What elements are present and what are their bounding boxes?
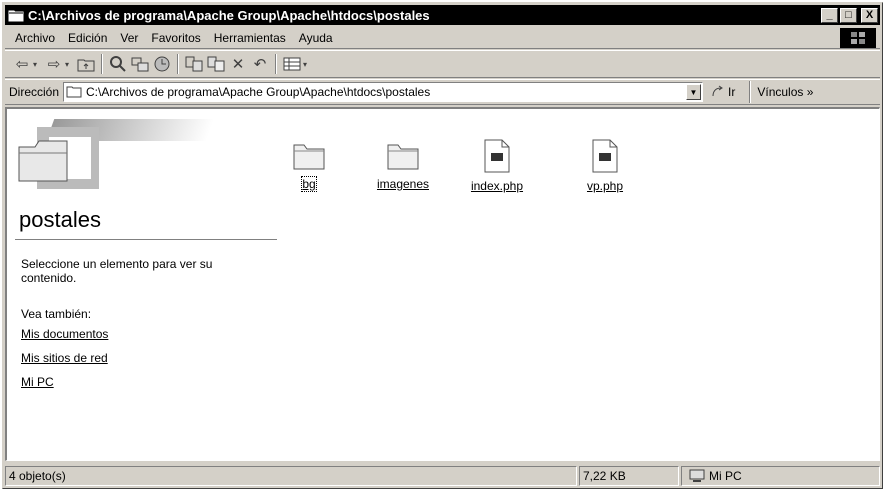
menu-edicion[interactable]: Edición xyxy=(62,31,114,45)
title-divider xyxy=(15,239,277,240)
computer-icon xyxy=(689,469,705,483)
move-to-icon[interactable] xyxy=(183,53,205,75)
links-button[interactable]: Vínculos » xyxy=(757,85,813,99)
folders-icon[interactable] xyxy=(129,53,151,75)
file-item-vp-php[interactable]: vp.php xyxy=(565,139,645,193)
maximize-button[interactable]: □ xyxy=(840,7,857,23)
address-value: C:\Archivos de programa\Apache Group\Apa… xyxy=(86,85,431,99)
folder-icon xyxy=(8,8,24,22)
address-label: Dirección xyxy=(9,85,60,99)
status-zone-label: Mi PC xyxy=(709,469,742,483)
status-object-count: 4 objeto(s) xyxy=(5,466,577,486)
folder-icon xyxy=(292,139,326,171)
forward-dropdown-icon[interactable]: ▾ xyxy=(65,60,75,69)
selection-hint: Seleccione un elemento para ver su conte… xyxy=(21,257,213,285)
history-icon[interactable] xyxy=(151,53,173,75)
document-icon xyxy=(484,139,510,173)
menu-favoritos[interactable]: Favoritos xyxy=(145,31,207,45)
copy-to-icon[interactable] xyxy=(205,53,227,75)
minimize-button[interactable]: _ xyxy=(821,7,838,23)
delete-icon[interactable]: ✕ xyxy=(227,53,249,75)
menu-ayuda[interactable]: Ayuda xyxy=(293,31,340,45)
close-button[interactable]: X xyxy=(861,7,878,23)
back-arrow-icon[interactable]: ⇦ xyxy=(11,53,33,75)
link-mis-sitios-de-red[interactable]: Mis sitios de red xyxy=(21,351,108,365)
menu-herramientas[interactable]: Herramientas xyxy=(208,31,293,45)
link-mis-documentos[interactable]: Mis documentos xyxy=(21,327,108,341)
file-label: index.php xyxy=(470,179,524,193)
standard-toolbar: ⇦ ▾ ⇨ ▾ ✕ ↶ ▾ xyxy=(5,50,880,78)
menu-bar: Archivo Edición Ver Favoritos Herramient… xyxy=(5,27,880,49)
links-separator xyxy=(749,81,752,103)
see-also-label: Vea también: xyxy=(21,307,92,321)
toolbar-separator xyxy=(177,54,179,74)
menu-archivo[interactable]: Archivo xyxy=(9,31,62,45)
explorer-window: C:\Archivos de programa\Apache Group\Apa… xyxy=(2,2,883,489)
windows-logo-icon xyxy=(840,28,876,48)
address-input[interactable]: C:\Archivos de programa\Apache Group\Apa… xyxy=(63,82,704,102)
link-mi-pc[interactable]: Mi PC xyxy=(21,375,54,389)
address-bar: Dirección C:\Archivos de programa\Apache… xyxy=(5,79,880,105)
address-dropdown-button[interactable]: ▼ xyxy=(686,84,702,100)
views-icon[interactable] xyxy=(281,53,303,75)
back-dropdown-icon[interactable]: ▾ xyxy=(33,60,43,69)
window-title: C:\Archivos de programa\Apache Group\Apa… xyxy=(28,7,430,23)
file-label: bg xyxy=(301,176,317,192)
go-button[interactable]: Ir xyxy=(711,84,735,101)
file-label: imagenes xyxy=(376,177,430,191)
file-item-bg[interactable]: bg xyxy=(269,139,349,192)
folder-icon xyxy=(386,139,420,171)
status-zone: Mi PC xyxy=(681,466,880,486)
file-item-imagenes[interactable]: imagenes xyxy=(363,139,443,191)
toolbar-separator xyxy=(101,54,103,74)
views-dropdown-icon[interactable]: ▾ xyxy=(303,60,313,69)
folder-view: postales Seleccione un elemento para ver… xyxy=(5,107,880,461)
go-arrow-icon xyxy=(711,84,725,101)
menu-ver[interactable]: Ver xyxy=(114,31,145,45)
document-icon xyxy=(592,139,618,173)
go-label: Ir xyxy=(728,85,736,99)
file-item-index-php[interactable]: index.php xyxy=(457,139,537,193)
title-bar[interactable]: C:\Archivos de programa\Apache Group\Apa… xyxy=(5,5,880,25)
up-folder-icon[interactable] xyxy=(75,53,97,75)
status-bar: 4 objeto(s) 7,22 KB Mi PC xyxy=(5,465,880,487)
toolbar-separator xyxy=(275,54,277,74)
folder-banner-icon xyxy=(15,117,215,212)
folder-icon xyxy=(66,84,82,101)
status-size: 7,22 KB xyxy=(579,466,679,486)
file-label: vp.php xyxy=(586,179,624,193)
forward-arrow-icon[interactable]: ⇨ xyxy=(43,53,65,75)
undo-icon[interactable]: ↶ xyxy=(249,53,271,75)
folder-title: postales xyxy=(19,207,101,232)
search-icon[interactable] xyxy=(107,53,129,75)
